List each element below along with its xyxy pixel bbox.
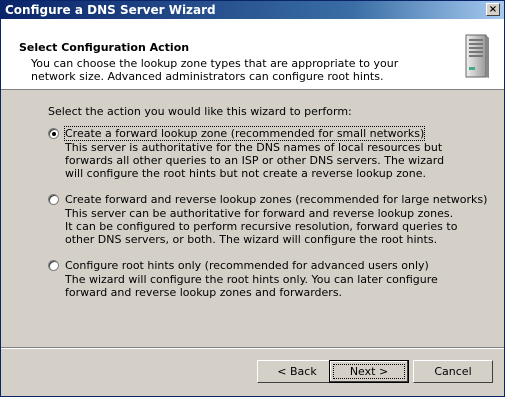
option-description: This server is authoritative for the DNS… bbox=[65, 141, 445, 180]
footer-divider bbox=[1, 347, 504, 349]
page-title: Select Configuration Action bbox=[19, 41, 190, 54]
next-button-label: Next > bbox=[330, 361, 408, 382]
radio-forward-reverse-zones[interactable] bbox=[48, 194, 59, 205]
next-button[interactable]: Next > bbox=[329, 360, 409, 383]
option-description: This server can be authoritative for for… bbox=[65, 207, 458, 246]
radio-forward-zone[interactable] bbox=[48, 128, 59, 139]
title-bar: Configure a DNS Server Wizard × bbox=[1, 1, 504, 19]
action-prompt: Select the action you would like this wi… bbox=[48, 105, 352, 118]
server-icon bbox=[465, 34, 489, 78]
window-title: Configure a DNS Server Wizard bbox=[5, 3, 216, 17]
wizard-window: Configure a DNS Server Wizard × Select C… bbox=[0, 0, 505, 397]
page-description: You can choose the lookup zone types tha… bbox=[31, 57, 399, 83]
option-label[interactable]: Create a forward lookup zone (recommende… bbox=[63, 126, 426, 141]
radio-root-hints-only[interactable] bbox=[48, 260, 59, 271]
wizard-header: Select Configuration Action You can choo… bbox=[1, 19, 504, 90]
option-description: The wizard will configure the root hints… bbox=[65, 273, 438, 299]
back-button[interactable]: < Back bbox=[257, 360, 337, 383]
close-icon: × bbox=[488, 4, 498, 15]
option-label[interactable]: Create forward and reverse lookup zones … bbox=[65, 193, 487, 206]
cancel-button[interactable]: Cancel bbox=[413, 360, 493, 383]
option-label[interactable]: Configure root hints only (recommended f… bbox=[65, 259, 429, 272]
close-button[interactable]: × bbox=[486, 3, 500, 16]
